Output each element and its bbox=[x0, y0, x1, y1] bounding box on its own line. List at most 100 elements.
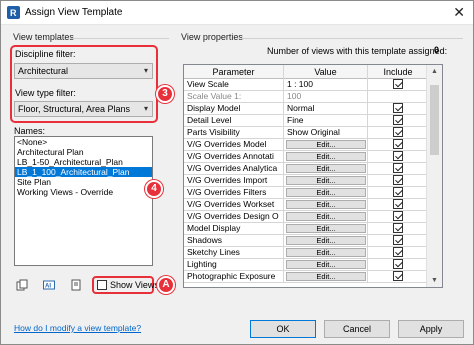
parameter-cell: V/G Overrides Design O bbox=[187, 211, 279, 221]
include-cell bbox=[367, 91, 428, 102]
value-cell: Edit... bbox=[283, 271, 367, 282]
include-checkbox[interactable] bbox=[393, 211, 403, 221]
edit-button[interactable]: Edit... bbox=[286, 248, 366, 257]
column-header-parameter: Parameter bbox=[212, 67, 255, 77]
parameter-cell: V/G Overrides Workset bbox=[187, 199, 275, 209]
ok-button[interactable]: OK bbox=[250, 320, 316, 338]
delete-icon[interactable] bbox=[70, 279, 82, 291]
list-item-selected[interactable]: LB_1_100_Architectural_Plan bbox=[15, 167, 152, 177]
include-checkbox[interactable] bbox=[393, 247, 403, 257]
include-checkbox[interactable] bbox=[393, 139, 403, 149]
parameter-cell: Parts Visibility bbox=[187, 127, 240, 137]
include-checkbox[interactable] bbox=[393, 103, 403, 113]
value-cell: Edit... bbox=[283, 235, 367, 246]
edit-button[interactable]: Edit... bbox=[286, 212, 366, 221]
table-row[interactable]: V/G Overrides Model Edit... bbox=[184, 139, 442, 151]
table-row[interactable]: Parts Visibility Show Original bbox=[184, 127, 442, 139]
svg-text:R: R bbox=[10, 8, 17, 18]
include-checkbox[interactable] bbox=[393, 271, 403, 281]
include-checkbox[interactable] bbox=[393, 199, 403, 209]
close-icon[interactable]: ✕ bbox=[453, 4, 465, 21]
include-checkbox[interactable] bbox=[393, 259, 403, 269]
views-count-label: Number of views with this template assig… bbox=[267, 46, 448, 56]
table-scrollbar[interactable]: ▲ ▼ bbox=[426, 65, 442, 287]
list-item[interactable]: Architectural Plan bbox=[15, 147, 152, 157]
edit-button[interactable]: Edit... bbox=[286, 164, 366, 173]
include-cell bbox=[367, 127, 428, 138]
edit-button[interactable]: Edit... bbox=[286, 200, 366, 209]
table-row[interactable]: V/G Overrides Design O Edit... bbox=[184, 211, 442, 223]
parameter-cell: V/G Overrides Annotati bbox=[187, 151, 274, 161]
apply-button[interactable]: Apply bbox=[398, 320, 464, 338]
table-row[interactable]: Lighting Edit... bbox=[184, 259, 442, 271]
value-cell: Edit... bbox=[283, 223, 367, 234]
views-count-value: 0 bbox=[434, 45, 440, 55]
table-row[interactable]: Display Model Normal bbox=[184, 103, 442, 115]
list-item[interactable]: Working Views - Override bbox=[15, 187, 152, 197]
list-item[interactable]: <None> bbox=[15, 137, 152, 147]
table-row[interactable]: Photographic Exposure Edit... bbox=[184, 271, 442, 283]
view-properties-group-label: View properties bbox=[181, 32, 243, 42]
table-row[interactable]: V/G Overrides Import Edit... bbox=[184, 175, 442, 187]
value-cell: Edit... bbox=[283, 199, 367, 210]
edit-button[interactable]: Edit... bbox=[286, 152, 366, 161]
include-checkbox[interactable] bbox=[393, 115, 403, 125]
scroll-up-icon[interactable]: ▲ bbox=[431, 68, 438, 75]
value-cell: Edit... bbox=[283, 139, 367, 150]
value-cell: Show Original bbox=[283, 127, 367, 138]
include-checkbox[interactable] bbox=[393, 79, 403, 89]
edit-button[interactable]: Edit... bbox=[286, 236, 366, 245]
include-checkbox[interactable] bbox=[393, 151, 403, 161]
table-row[interactable]: View Scale 1 : 100 bbox=[184, 79, 442, 91]
include-cell bbox=[367, 187, 428, 198]
show-views-checkbox[interactable] bbox=[97, 280, 107, 290]
parameter-cell: Model Display bbox=[187, 223, 241, 233]
edit-button[interactable]: Edit... bbox=[286, 272, 366, 281]
group-divider bbox=[241, 38, 463, 39]
edit-button[interactable]: Edit... bbox=[286, 260, 366, 269]
table-row[interactable]: Detail Level Fine bbox=[184, 115, 442, 127]
table-row[interactable]: Scale Value 1: 100 bbox=[184, 91, 442, 103]
include-checkbox[interactable] bbox=[393, 175, 403, 185]
edit-button[interactable]: Edit... bbox=[286, 224, 366, 233]
help-link[interactable]: How do I modify a view template? bbox=[14, 323, 141, 333]
edit-button[interactable]: Edit... bbox=[286, 176, 366, 185]
scroll-down-icon[interactable]: ▼ bbox=[431, 277, 438, 284]
parameter-cell: Sketchy Lines bbox=[187, 247, 240, 257]
view-templates-group-label: View templates bbox=[13, 32, 74, 42]
cancel-button[interactable]: Cancel bbox=[324, 320, 390, 338]
list-item[interactable]: LB_1-50_Architectural_Plan bbox=[15, 157, 152, 167]
include-checkbox[interactable] bbox=[393, 127, 403, 137]
table-row[interactable]: Model Display Edit... bbox=[184, 223, 442, 235]
duplicate-icon[interactable] bbox=[16, 279, 28, 291]
include-cell bbox=[367, 115, 428, 126]
list-item[interactable]: Site Plan bbox=[15, 177, 152, 187]
include-cell bbox=[367, 271, 428, 282]
parameter-cell: Lighting bbox=[187, 259, 217, 269]
table-row[interactable]: V/G Overrides Filters Edit... bbox=[184, 187, 442, 199]
include-checkbox[interactable] bbox=[393, 163, 403, 173]
parameter-cell: Shadows bbox=[187, 235, 222, 245]
include-checkbox[interactable] bbox=[393, 235, 403, 245]
title-bar: R Assign View Template ✕ bbox=[1, 1, 473, 25]
include-checkbox[interactable] bbox=[393, 223, 403, 233]
value-cell: Edit... bbox=[283, 187, 367, 198]
callout-marker-4: 4 bbox=[145, 180, 163, 198]
table-row[interactable]: V/G Overrides Workset Edit... bbox=[184, 199, 442, 211]
scrollbar-thumb[interactable] bbox=[430, 85, 439, 155]
revit-app-icon: R bbox=[7, 6, 20, 19]
callout-marker-3: 3 bbox=[156, 85, 174, 103]
edit-button[interactable]: Edit... bbox=[286, 188, 366, 197]
table-row[interactable]: Sketchy Lines Edit... bbox=[184, 247, 442, 259]
view-template-names-list[interactable]: <None> Architectural Plan LB_1-50_Archit… bbox=[14, 136, 153, 266]
value-cell: 100 bbox=[283, 91, 367, 102]
table-row[interactable]: V/G Overrides Annotati Edit... bbox=[184, 151, 442, 163]
include-cell bbox=[367, 139, 428, 150]
callout-box-filters bbox=[10, 45, 158, 123]
edit-button[interactable]: Edit... bbox=[286, 140, 366, 149]
include-checkbox[interactable] bbox=[393, 187, 403, 197]
rename-icon[interactable]: AI bbox=[43, 279, 55, 291]
include-cell bbox=[367, 103, 428, 114]
table-row[interactable]: V/G Overrides Analytica Edit... bbox=[184, 163, 442, 175]
table-row[interactable]: Shadows Edit... bbox=[184, 235, 442, 247]
